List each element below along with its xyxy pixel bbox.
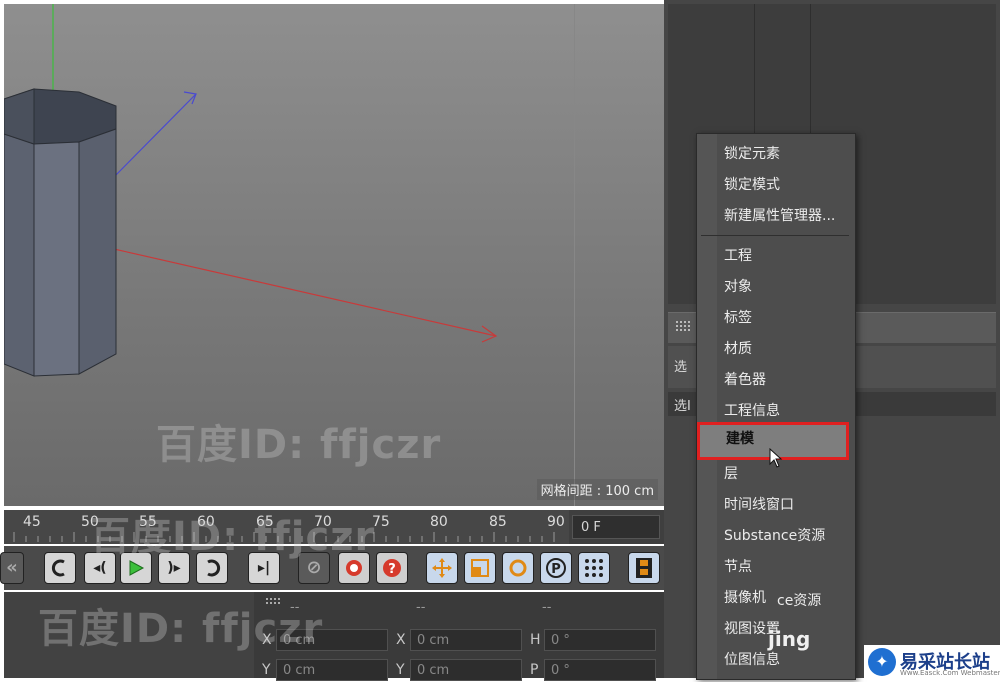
menu-item-project[interactable]: 工程 bbox=[724, 242, 752, 270]
menu-item-shader[interactable]: 着色器 bbox=[724, 366, 766, 394]
brand-logo-icon: ✦ bbox=[868, 648, 896, 676]
svg-text:?: ? bbox=[388, 562, 396, 577]
y-label: Y bbox=[262, 662, 271, 678]
menu-item-new-attribute-manager[interactable]: 新建属性管理器... bbox=[724, 202, 835, 230]
y-size-label: Y bbox=[396, 662, 405, 678]
timeline-tick: 45 bbox=[23, 514, 41, 530]
move-tool-button[interactable] bbox=[426, 552, 458, 584]
brand-url: Www.Easck.Com Webmaster bbox=[900, 669, 1000, 677]
parameter-p-icon: P bbox=[546, 558, 566, 578]
watermark-text: 百度ID: ffjczr bbox=[156, 422, 442, 468]
scale-tool-button[interactable] bbox=[464, 552, 496, 584]
timeline-tick: 80 bbox=[430, 514, 448, 530]
mouse-cursor-icon bbox=[769, 448, 783, 468]
menu-item-object[interactable]: 对象 bbox=[724, 273, 752, 301]
watermark-text: 百度ID: ffjczr bbox=[90, 514, 376, 560]
rotation-header: -- bbox=[542, 600, 552, 615]
menu-item-modeling-label: 建模 bbox=[726, 431, 754, 447]
x-size-field[interactable]: 0 cm bbox=[410, 629, 522, 651]
side-tab-label[interactable]: 选I bbox=[674, 395, 691, 414]
scale-icon bbox=[471, 559, 489, 577]
dots-grid-icon bbox=[585, 559, 603, 577]
menu-item-lock-mode[interactable]: 锁定模式 bbox=[724, 171, 780, 199]
menu-item-project-info[interactable]: 工程信息 bbox=[724, 397, 780, 425]
context-menu: 锁定元素 锁定模式 新建属性管理器... 工程 对象 标签 材质 着色器 工程信… bbox=[696, 133, 856, 680]
go-to-start-button[interactable]: « bbox=[0, 552, 24, 584]
rewind-icon bbox=[51, 559, 65, 577]
film-icon bbox=[636, 558, 652, 578]
help-icon: ? bbox=[383, 559, 401, 577]
current-frame-field[interactable]: 0 F bbox=[572, 515, 660, 539]
octagonal-prism-object bbox=[4, 88, 117, 377]
watermark-fragment: jing bbox=[768, 627, 811, 651]
grip-icon bbox=[676, 321, 690, 331]
h-label: H bbox=[530, 632, 541, 648]
menu-overlap-fragment: ce资源 bbox=[777, 593, 822, 609]
previous-key-button[interactable] bbox=[44, 552, 76, 584]
menu-separator bbox=[701, 235, 849, 236]
p-label: P bbox=[530, 662, 539, 678]
menu-item-layer[interactable]: 层 bbox=[724, 460, 738, 488]
rotate-tool-button[interactable] bbox=[502, 552, 534, 584]
menu-item-material[interactable]: 材质 bbox=[724, 335, 752, 363]
z-axis-line bbox=[111, 93, 197, 180]
menu-icon-strip bbox=[697, 134, 717, 679]
rotate-icon bbox=[509, 559, 527, 577]
move-icon bbox=[432, 558, 452, 578]
help-button[interactable]: ? bbox=[376, 552, 408, 584]
menu-item-lock-element[interactable]: 锁定元素 bbox=[724, 140, 780, 168]
side-tab-label[interactable]: 选 bbox=[674, 356, 687, 375]
h-rotation-field[interactable]: 0 ° bbox=[544, 629, 656, 651]
timeline-tick: 85 bbox=[489, 514, 507, 530]
watermark-text: 百度ID: ffjczr bbox=[38, 606, 324, 652]
menu-item-node[interactable]: 节点 bbox=[724, 553, 752, 581]
timeline-tick: 90 bbox=[547, 514, 565, 530]
size-header: -- bbox=[416, 600, 426, 615]
x-size-label: X bbox=[396, 632, 406, 648]
menu-item-substance-assets[interactable]: Substance资源 bbox=[724, 522, 825, 550]
svg-text:P: P bbox=[551, 562, 561, 577]
site-brand-badge: ✦ 易采站长站 Www.Easck.Com Webmaster bbox=[864, 645, 1000, 678]
menu-item-timeline-window[interactable]: 时间线窗口 bbox=[724, 491, 794, 519]
parameter-button[interactable]: P bbox=[540, 552, 572, 584]
menu-item-camera[interactable]: 摄像机 bbox=[724, 584, 766, 612]
x-axis-line bbox=[113, 248, 497, 337]
z-axis-arrow bbox=[183, 91, 197, 105]
menu-item-tag[interactable]: 标签 bbox=[724, 304, 752, 332]
point-level-button[interactable] bbox=[578, 552, 610, 584]
film-button[interactable] bbox=[628, 552, 660, 584]
grid-spacing-label: 网格间距 : 100 cm bbox=[536, 479, 658, 500]
